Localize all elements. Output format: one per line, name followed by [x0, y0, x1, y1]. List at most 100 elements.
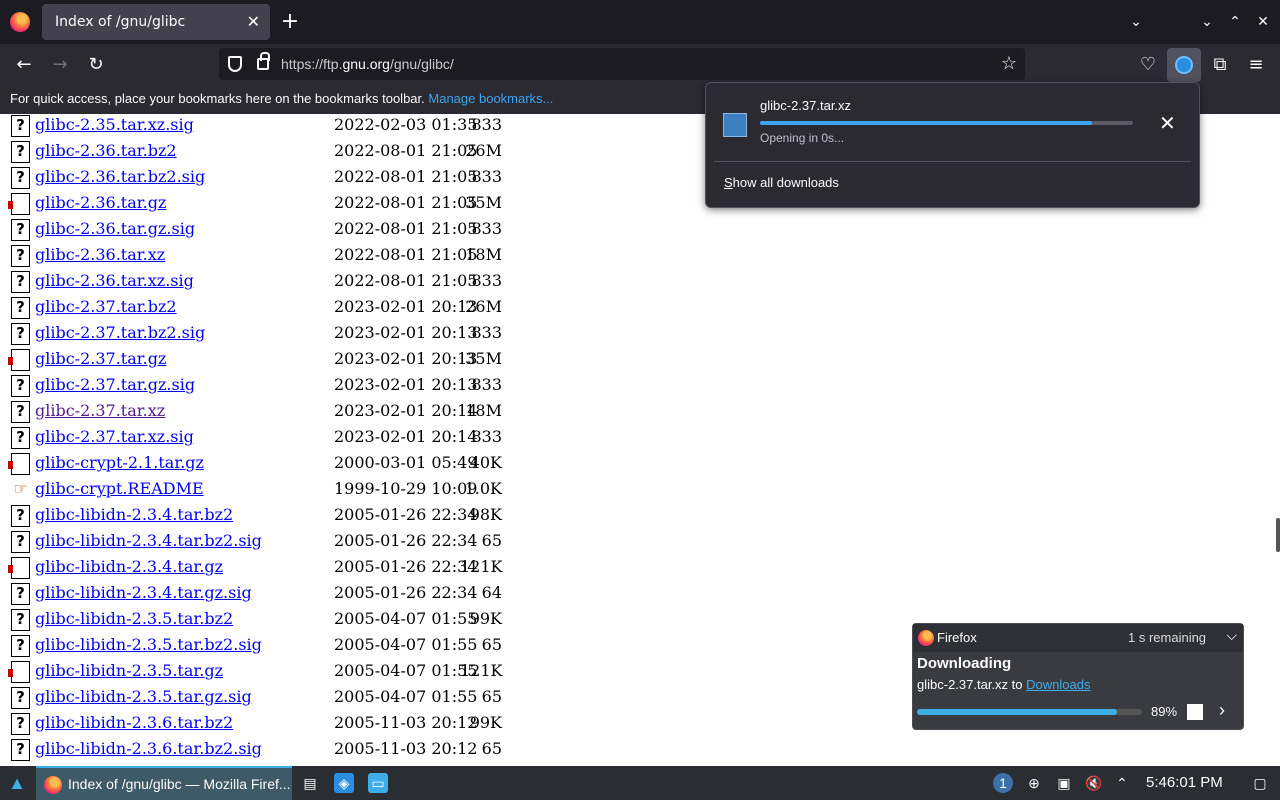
file-link[interactable]: glibc-libidn-2.3.5.tar.gz	[35, 660, 223, 682]
file-link[interactable]: glibc-2.36.tar.xz.sig	[35, 270, 194, 292]
maximize-icon[interactable]: ⌃	[1225, 10, 1245, 34]
file-link[interactable]: glibc-libidn-2.3.6.tar.bz2	[35, 712, 233, 734]
file-manager-icon[interactable]: ▭	[368, 773, 388, 793]
file-date: 2023-02-01 20:14	[334, 427, 478, 446]
discover-icon[interactable]: ◈	[334, 773, 354, 793]
file-date: 1999-10-29 10:09	[334, 479, 478, 498]
list-item: ? glibc-2.36.tar.xz.sig 2022-08-01 21:05 83…	[0, 270, 600, 296]
chevron-down-icon[interactable]: ⌵	[1226, 627, 1237, 644]
file-link[interactable]: glibc-2.36.tar.gz.sig	[35, 218, 195, 240]
file-link[interactable]: glibc-libidn-2.3.4.tar.bz2.sig	[35, 530, 262, 552]
chevron-right-icon[interactable]: ›	[1219, 700, 1225, 721]
download-file-name[interactable]: glibc-2.37.tar.xz	[760, 98, 851, 113]
unknown-file-icon: ?	[11, 167, 30, 189]
file-link[interactable]: glibc-libidn-2.3.5.tar.bz2	[35, 608, 233, 630]
list-all-tabs-icon[interactable]: ⌄	[1126, 10, 1146, 34]
clock[interactable]: 5:46:01 PM	[1146, 766, 1223, 800]
reload-button[interactable]: ↻	[82, 52, 110, 78]
volume-muted-icon[interactable]: 🔇	[1084, 773, 1104, 793]
file-date: 2022-08-01 21:05	[334, 141, 478, 160]
taskbar-firefox-window[interactable]: Index of /gnu/glibc — Mozilla Firef...	[36, 766, 292, 800]
file-link[interactable]: glibc-2.37.tar.xz	[35, 400, 165, 422]
list-item: ? glibc-2.36.tar.gz.sig 2022-08-01 21:05 83…	[0, 218, 600, 244]
file-size: 65	[481, 739, 502, 758]
file-link[interactable]: glibc-2.37.tar.bz2	[35, 296, 177, 318]
file-link[interactable]: glibc-2.36.tar.bz2	[35, 140, 177, 162]
file-link[interactable]: glibc-libidn-2.3.6.tar.bz2.sig	[35, 738, 262, 760]
file-link[interactable]: glibc-2.36.tar.bz2.sig	[35, 166, 205, 188]
bookmarks-hint: For quick access, place your bookmarks h…	[10, 91, 425, 106]
downloads-button[interactable]	[1167, 48, 1201, 82]
file-link[interactable]: glibc-libidn-2.3.4.tar.gz.sig	[35, 582, 252, 604]
file-date: 2005-01-26 22:34	[334, 531, 478, 550]
forward-button[interactable]: →	[46, 52, 74, 78]
app-menu-icon[interactable]: ≡	[1242, 52, 1270, 78]
unknown-file-icon: ?	[11, 583, 30, 605]
stop-icon[interactable]	[1187, 704, 1203, 720]
tab-title: Index of /gnu/glibc	[55, 14, 186, 30]
archive-icon	[8, 661, 30, 683]
file-date: 2005-04-07 01:55	[334, 687, 478, 706]
file-link[interactable]: glibc-libidn-2.3.4.tar.gz	[35, 556, 223, 578]
file-link[interactable]: glibc-libidn-2.3.5.tar.bz2.sig	[35, 634, 262, 656]
file-link[interactable]: glibc-libidn-2.3.4.tar.bz2	[35, 504, 233, 526]
downloads-folder-link[interactable]: Downloads	[1026, 677, 1090, 692]
file-date: 2005-04-07 01:55	[334, 661, 478, 680]
list-item: ? glibc-libidn-2.3.5.tar.gz.sig 2005-04-07…	[0, 686, 600, 712]
file-link[interactable]: glibc-2.37.tar.xz.sig	[35, 426, 194, 448]
show-desktop-icon[interactable]: ▢	[1250, 773, 1270, 793]
url-bar[interactable]: https://ftp.gnu.org/gnu/glibc/ ☆	[219, 48, 1025, 80]
chevron-up-icon[interactable]: ⌃	[1112, 773, 1132, 793]
back-button[interactable]: ←	[10, 52, 38, 78]
manage-bookmarks-link[interactable]: Manage bookmarks...	[428, 91, 553, 106]
notification-percent: 89%	[1151, 704, 1178, 719]
system-settings-icon[interactable]: ▤	[300, 773, 320, 793]
file-link[interactable]: glibc-2.37.tar.bz2.sig	[35, 322, 205, 344]
file-link[interactable]: glibc-2.35.tar.xz.sig	[35, 114, 194, 136]
file-size: 833	[471, 219, 502, 238]
firefox-view-icon[interactable]	[10, 12, 30, 32]
download-notification: Firefox 1 s remaining ⌵ Downloading glib…	[912, 623, 1244, 730]
file-link[interactable]: glibc-2.37.tar.gz.sig	[35, 374, 195, 396]
file-size: 18M	[465, 401, 502, 420]
navigation-toolbar: ← → ↻ https://ftp.gnu.org/gnu/glibc/ ☆ ♡…	[0, 44, 1280, 86]
file-link[interactable]: glibc-crypt.README	[35, 478, 204, 500]
extensions-icon[interactable]: ⧉	[1206, 52, 1234, 78]
clipboard-icon[interactable]: ▣	[1054, 773, 1074, 793]
list-item: ? glibc-libidn-2.3.4.tar.bz2.sig 2005-01-2…	[0, 530, 600, 556]
tab-glibc-index[interactable]: Index of /gnu/glibc ✕	[42, 4, 270, 40]
url-text[interactable]: https://ftp.gnu.org/gnu/glibc/	[281, 48, 454, 80]
app-launcher-icon[interactable]: ▲	[6, 772, 28, 794]
file-size: 65	[481, 635, 502, 654]
file-link[interactable]: glibc-2.37.tar.gz	[35, 348, 166, 370]
file-link[interactable]: glibc-2.36.tar.xz	[35, 244, 165, 266]
scrollbar-thumb[interactable]	[1276, 518, 1280, 552]
minimize-icon[interactable]: ⌄	[1197, 10, 1217, 34]
file-link[interactable]: glibc-crypt-2.1.tar.gz	[35, 452, 204, 474]
file-size: 18M	[465, 245, 502, 264]
list-item: ? glibc-2.37.tar.bz2.sig 2023-02-01 20:13 8…	[0, 322, 600, 348]
cancel-download-icon[interactable]: ✕	[1159, 111, 1176, 135]
file-link[interactable]: glibc-2.36.tar.gz	[35, 192, 166, 214]
lock-icon[interactable]	[257, 52, 270, 70]
unknown-file-icon: ?	[11, 739, 30, 761]
list-item: ? glibc-2.37.tar.gz.sig 2023-02-01 20:13 83…	[0, 374, 600, 400]
tab-close-icon[interactable]: ✕	[247, 4, 260, 40]
file-size: 98K	[469, 505, 502, 524]
list-item: ? glibc-2.37.tar.bz2 2023-02-01 20:13 26M	[0, 296, 600, 322]
tracking-protection-icon[interactable]	[228, 56, 242, 72]
file-size: 833	[471, 115, 502, 134]
file-size: 65	[481, 531, 502, 550]
unknown-file-icon: ?	[11, 141, 30, 163]
pocket-icon[interactable]: ♡	[1134, 52, 1162, 78]
list-item: ? glibc-libidn-2.3.5.tar.bz2.sig 2005-04-0…	[0, 634, 600, 660]
new-tab-button[interactable]: +	[280, 8, 300, 36]
list-item: ? glibc-2.36.tar.xz 2022-08-01 21:05 18M	[0, 244, 600, 270]
updates-icon[interactable]: ⊕	[1024, 773, 1044, 793]
bookmark-star-icon[interactable]: ☆	[1001, 52, 1017, 76]
unknown-file-icon: ?	[11, 297, 30, 319]
file-link[interactable]: glibc-libidn-2.3.5.tar.gz.sig	[35, 686, 252, 708]
show-all-downloads-button[interactable]: Show all downloads	[724, 175, 839, 190]
notification-count-icon[interactable]: 1	[993, 773, 1013, 793]
close-window-icon[interactable]: ✕	[1253, 10, 1273, 34]
